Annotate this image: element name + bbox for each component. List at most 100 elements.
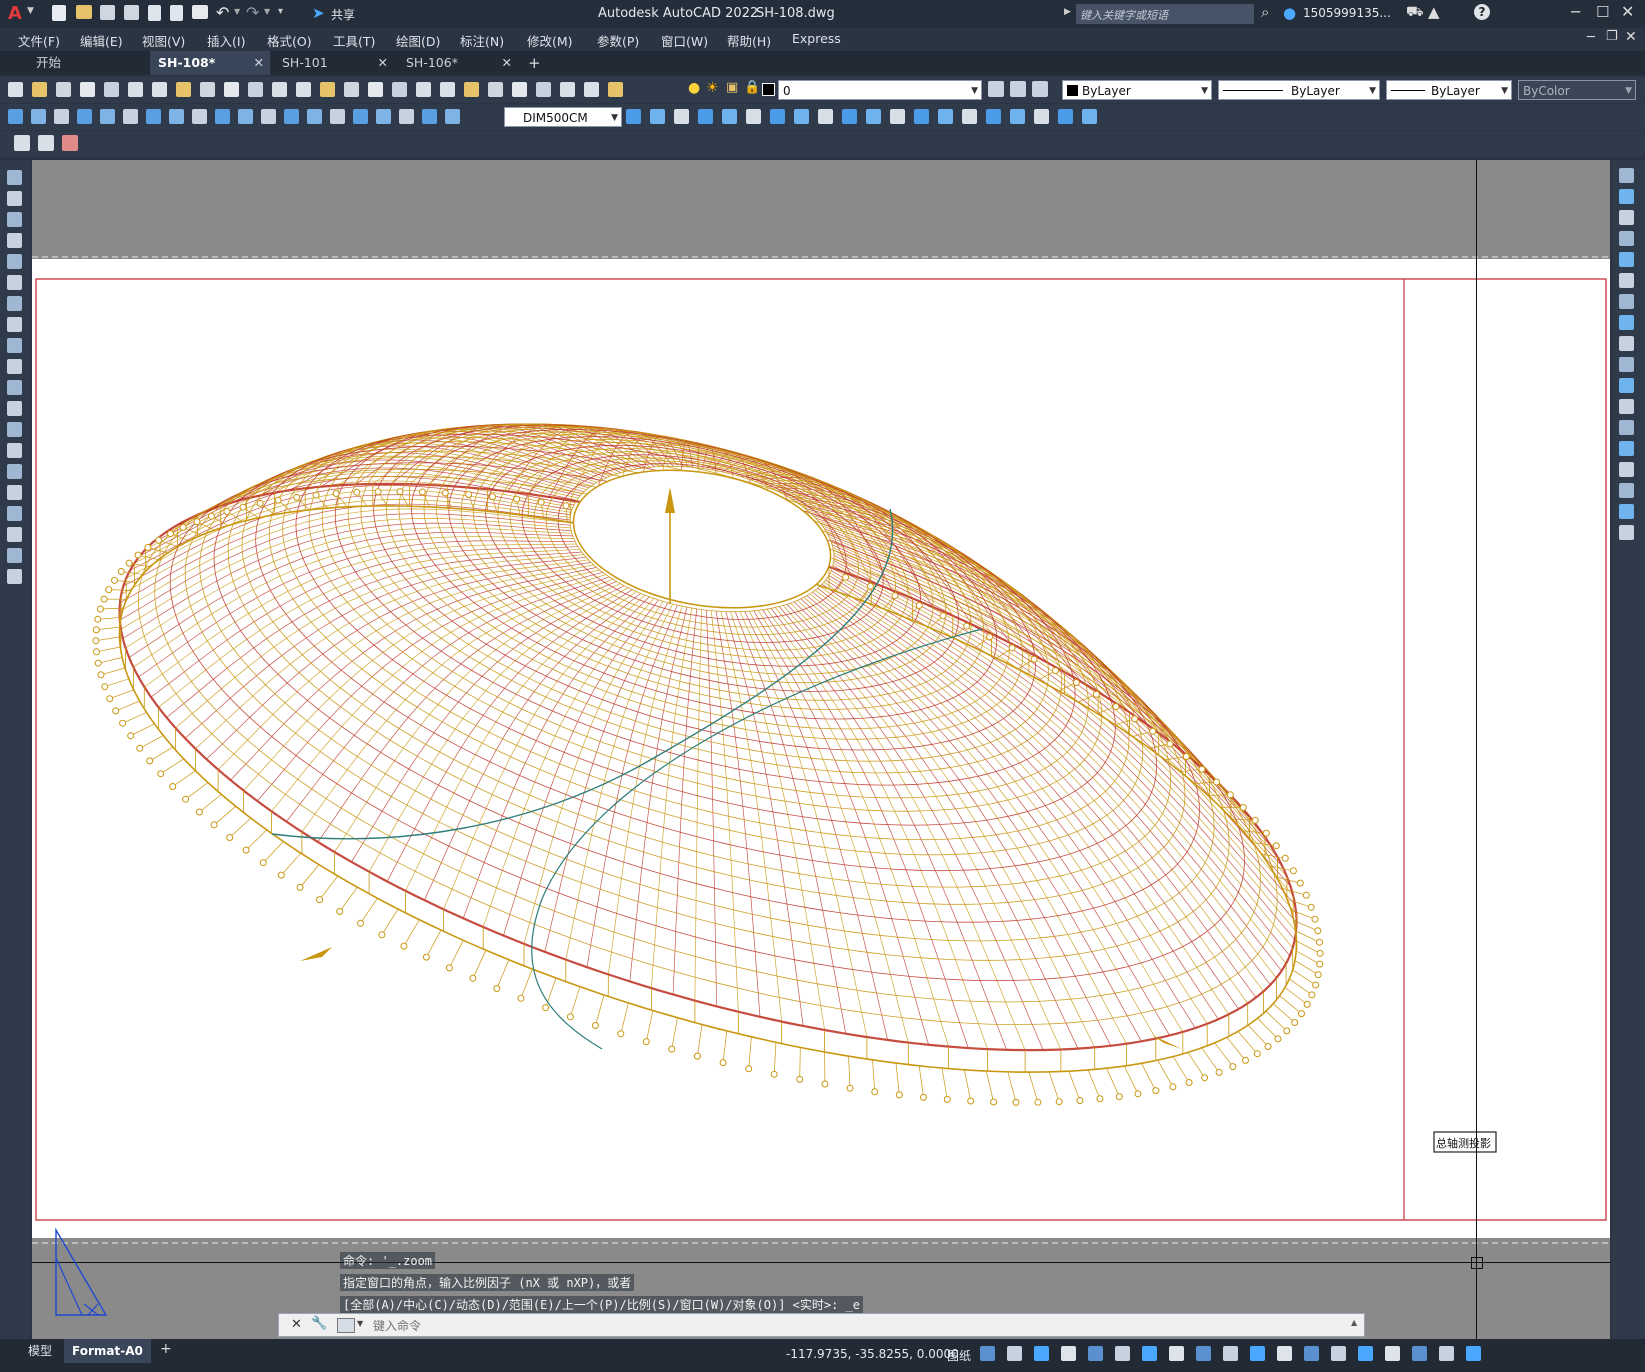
offset-icon[interactable]: [674, 109, 689, 124]
zoom-previous-icon[interactable]: [416, 82, 431, 97]
region-draw-icon[interactable]: [7, 506, 22, 521]
paste-icon[interactable]: [224, 82, 239, 97]
text-icon[interactable]: [7, 548, 22, 563]
open-file-icon[interactable]: [76, 5, 92, 19]
customize-qat-icon[interactable]: ▾: [278, 6, 283, 17]
ellipse-arc-icon[interactable]: [7, 380, 22, 395]
linetype-select[interactable]: ByLayer ▼: [1218, 80, 1380, 100]
spline-icon[interactable]: [7, 338, 22, 353]
autodesk-a360-icon[interactable]: ▲: [1428, 3, 1440, 21]
trim-icon[interactable]: [818, 109, 833, 124]
match-properties-icon[interactable]: [248, 82, 263, 97]
tolerance-icon[interactable]: [307, 109, 322, 124]
command-recent-chevron-icon[interactable]: ▼: [357, 1319, 363, 1328]
help-icon[interactable]: ?: [1474, 4, 1490, 20]
chamfer-icon[interactable]: [1619, 462, 1634, 477]
region-icon[interactable]: [986, 109, 1001, 124]
aligned-dim-icon[interactable]: [31, 109, 46, 124]
subtract-icon[interactable]: [1058, 109, 1073, 124]
quick-dim-icon[interactable]: [192, 109, 207, 124]
array-icon[interactable]: [1619, 252, 1634, 267]
blend-icon[interactable]: [1619, 504, 1634, 519]
inspect-icon[interactable]: [353, 109, 368, 124]
annotation-scale-icon[interactable]: [1358, 1346, 1373, 1361]
paper-space-toggle[interactable]: 图纸: [947, 1347, 971, 1364]
customize-icon[interactable]: [1466, 1346, 1481, 1361]
share-button[interactable]: 共享: [331, 6, 355, 23]
share-icon[interactable]: ➤: [312, 4, 325, 22]
user-name[interactable]: 1505999135...: [1303, 6, 1391, 20]
maximize-icon[interactable]: ☐: [1596, 3, 1609, 21]
radius-icon[interactable]: [100, 109, 115, 124]
menu-item[interactable]: 帮助(H): [727, 31, 771, 50]
layer-select[interactable]: 0 ▼: [778, 80, 982, 100]
redo-chevron-icon[interactable]: ▼: [264, 7, 270, 16]
copy-obj-icon[interactable]: [626, 109, 641, 124]
open-icon[interactable]: [32, 82, 47, 97]
publish-web-icon[interactable]: [152, 82, 167, 97]
paper-sheet[interactable]: 总轴测投影: [32, 259, 1610, 1238]
dim-break-icon[interactable]: [284, 109, 299, 124]
snap-icon[interactable]: [1007, 1346, 1022, 1361]
command-prompt-icon[interactable]: [337, 1318, 355, 1333]
copy-icon[interactable]: [200, 82, 215, 97]
menu-item[interactable]: 编辑(E): [80, 31, 123, 50]
tab-close-icon[interactable]: ✕: [502, 51, 512, 75]
mirror-icon[interactable]: [1619, 210, 1634, 225]
pan-icon[interactable]: [344, 82, 359, 97]
command-input[interactable]: [371, 1316, 1345, 1336]
add-selected-icon[interactable]: [7, 569, 22, 584]
menu-item[interactable]: 格式(O): [267, 31, 312, 50]
viewport-freeze-icon[interactable]: ▣: [726, 80, 738, 95]
menu-item[interactable]: 绘图(D): [396, 31, 440, 50]
move-icon[interactable]: [1619, 273, 1634, 288]
app-menu-chevron-icon[interactable]: ▼: [27, 6, 34, 16]
jogged-icon[interactable]: [123, 109, 138, 124]
undo-icon[interactable]: [296, 82, 311, 97]
jogged-linear-icon[interactable]: [376, 109, 391, 124]
tool-palettes-icon[interactable]: [62, 135, 78, 151]
rectangle-icon[interactable]: [7, 254, 22, 269]
object-track-icon[interactable]: [1115, 1346, 1130, 1361]
move-icon[interactable]: [722, 109, 737, 124]
union-icon[interactable]: [1034, 109, 1049, 124]
plot-icon[interactable]: [80, 82, 95, 97]
layer-previous-icon[interactable]: [1010, 81, 1026, 97]
selection-cycling-icon[interactable]: [1223, 1346, 1238, 1361]
dim-update-icon[interactable]: [445, 109, 460, 124]
redo-icon[interactable]: ↷: [246, 3, 259, 22]
rotate-icon[interactable]: [746, 109, 761, 124]
save-icon[interactable]: [100, 5, 115, 20]
sun-icon[interactable]: ☀: [706, 80, 719, 96]
close-icon[interactable]: ✕: [1621, 2, 1634, 21]
copy-icon[interactable]: [1619, 189, 1634, 204]
tab-start[interactable]: 开始: [28, 51, 148, 75]
sheet-set-icon[interactable]: [512, 82, 527, 97]
design-center-icon[interactable]: [38, 135, 54, 151]
make-block-icon[interactable]: [7, 422, 22, 437]
search-input[interactable]: 键入关键字或短语: [1076, 4, 1254, 24]
dome-wireframe[interactable]: [92, 423, 1324, 1106]
menu-item[interactable]: 参数(P): [597, 31, 639, 50]
dim-edit-icon[interactable]: [399, 109, 414, 124]
ordinate-icon[interactable]: [77, 109, 92, 124]
array-icon[interactable]: [698, 109, 713, 124]
tool-palettes-icon[interactable]: [488, 82, 503, 97]
boundary-icon[interactable]: [1010, 109, 1025, 124]
make-current-layer-icon[interactable]: [988, 81, 1004, 97]
gradient-icon[interactable]: [7, 485, 22, 500]
lightbulb-icon[interactable]: ●: [688, 80, 700, 96]
properties-icon[interactable]: [14, 135, 30, 151]
break-icon[interactable]: [1619, 420, 1634, 435]
transparency-icon[interactable]: [1196, 1346, 1211, 1361]
dim-text-edit-icon[interactable]: [422, 109, 437, 124]
print-icon[interactable]: [128, 82, 143, 97]
annotation-monitor-icon[interactable]: [1250, 1346, 1265, 1361]
hardware-accel-icon[interactable]: [1412, 1346, 1427, 1361]
intersect-icon[interactable]: [1082, 109, 1097, 124]
markup-icon[interactable]: [536, 82, 551, 97]
lineweight-select[interactable]: ByLayer ▼: [1386, 80, 1512, 100]
osnap-icon[interactable]: [1142, 1346, 1157, 1361]
tab-sh-108[interactable]: SH-108* ✕: [150, 51, 270, 75]
extend-icon[interactable]: [1619, 378, 1634, 393]
